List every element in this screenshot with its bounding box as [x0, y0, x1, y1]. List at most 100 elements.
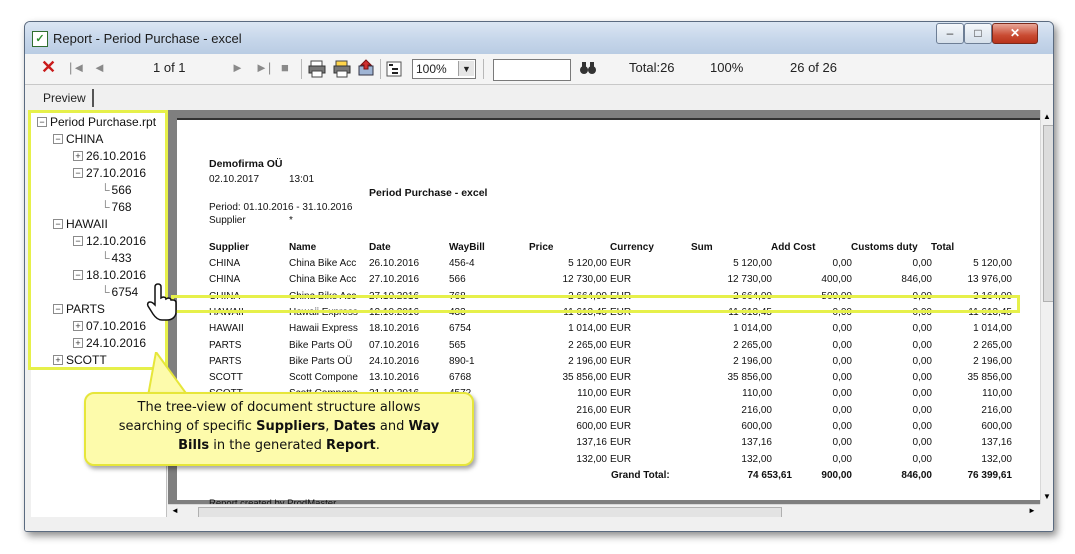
title-bar[interactable]: ✓ Report - Period Purchase - excel – □ ✕ [25, 22, 1053, 54]
stop-icon[interactable]: ■ [281, 60, 289, 75]
tree-node[interactable]: +26.10.2016 [73, 149, 146, 163]
collapse-icon[interactable]: − [53, 134, 63, 144]
prev-page-icon[interactable]: ◄ [93, 60, 106, 75]
toolbar: ✕ |◄ ◄ 1 of 1 ► ►| ■ 100% ▼ Total:26 100… [25, 54, 1053, 85]
table-cell: Bike Parts OÜ [289, 339, 353, 351]
horizontal-scrollbar[interactable]: ◄ ► [168, 504, 1040, 518]
next-page-icon[interactable]: ► [231, 60, 244, 75]
binoculars-search-icon[interactable] [579, 60, 597, 76]
collapse-icon[interactable]: − [73, 236, 83, 246]
table-cell: 26.10.2016 [369, 258, 420, 269]
scroll-right-icon[interactable]: ► [1028, 506, 1036, 515]
table-cell: EUR [610, 339, 632, 351]
tree-root[interactable]: − Period Purchase.rpt [37, 115, 156, 129]
tree-node[interactable]: −18.10.2016 [73, 268, 146, 282]
tree-node-label: CHINA [66, 132, 104, 146]
table-cell: 137,16 [981, 437, 1012, 449]
table-cell: EUR [610, 421, 632, 432]
tree-node-label: 26.10.2016 [86, 149, 147, 163]
table-cell: 0,00 [912, 453, 932, 465]
table-cell: 0,00 [832, 372, 852, 384]
callout-text: in the generated [209, 438, 327, 453]
tree-node[interactable]: └ 6754 [101, 285, 138, 299]
chevron-down-icon[interactable]: ▼ [458, 61, 474, 76]
tree-node-label: SCOTT [66, 353, 107, 367]
table-cell: CHINA [209, 258, 241, 269]
callout-line: Bills in the generated Report. [86, 436, 472, 455]
table-cell: 0,00 [832, 306, 852, 318]
tree-node[interactable]: └ 566 [101, 183, 132, 197]
tree-node[interactable]: − CHINA [53, 132, 103, 146]
search-input[interactable] [493, 59, 571, 81]
collapse-icon[interactable]: − [53, 219, 63, 229]
table-cell: 110,00 [742, 388, 772, 400]
tree-node[interactable]: +07.10.2016 [73, 319, 146, 333]
tree-node[interactable]: + SCOTT [53, 353, 107, 367]
scroll-left-icon[interactable]: ◄ [171, 506, 179, 515]
close-report-icon[interactable]: ✕ [41, 57, 56, 78]
table-cell: China Bike Acc [289, 258, 357, 269]
callout-bold-text: Way [408, 419, 440, 434]
table-cell: 768 [449, 290, 466, 302]
table-cell: 890-1 [449, 355, 475, 367]
tree-node[interactable]: └ 768 [101, 200, 132, 214]
scroll-thumb[interactable] [1043, 125, 1053, 302]
callout-bold-text: Bills [178, 438, 210, 453]
print-setup-icon[interactable] [333, 60, 351, 78]
column-header: Sum [691, 242, 713, 253]
group-tree-icon[interactable] [386, 61, 402, 77]
expand-icon[interactable]: + [73, 338, 83, 348]
table-cell: CHINA [209, 274, 241, 286]
minimize-button[interactable]: – [936, 23, 964, 44]
last-page-icon[interactable]: ►| [255, 60, 271, 75]
column-header: Supplier [209, 242, 250, 253]
table-cell: 18.10.2016 [369, 323, 420, 335]
window-title: Report - Period Purchase - excel [53, 31, 242, 46]
close-button[interactable]: ✕ [992, 23, 1038, 44]
export-icon[interactable] [357, 59, 375, 77]
tree-node[interactable]: −12.10.2016 [73, 234, 146, 248]
table-row: CHINA China Bike Acc 27.10.2016 768 2 664,00… [177, 291, 1040, 305]
collapse-icon[interactable]: − [53, 304, 63, 314]
table-cell: 0,00 [832, 437, 852, 449]
table-cell: EUR [610, 306, 632, 318]
scroll-up-icon[interactable]: ▲ [1043, 112, 1051, 121]
table-cell: EUR [610, 372, 632, 384]
table-cell: 0,00 [912, 355, 932, 367]
collapse-icon[interactable]: − [73, 270, 83, 280]
table-row: HAWAII Hawaii Express 18.10.2016 6754 1 014,… [177, 323, 1040, 337]
tree-node[interactable]: +24.10.2016 [73, 336, 146, 350]
table-cell: 1 014,00 [733, 323, 772, 335]
expand-icon[interactable]: + [53, 355, 63, 365]
table-cell: EUR [610, 274, 632, 286]
company-name: Demofirma OÜ [209, 158, 283, 170]
tree-node[interactable]: − HAWAII [53, 217, 108, 231]
grand-total-label: Grand Total: [611, 470, 670, 481]
maximize-button[interactable]: □ [964, 23, 992, 44]
collapse-icon[interactable]: − [73, 168, 83, 178]
tab-preview[interactable]: Preview [37, 89, 94, 107]
expand-icon[interactable]: + [73, 151, 83, 161]
print-icon[interactable] [308, 60, 326, 78]
report-time: 13:01 [289, 174, 315, 185]
toolbar-separator [301, 59, 302, 79]
report-date: 02.10.2017 [209, 174, 260, 185]
table-cell: 27.10.2016 [369, 274, 420, 286]
zoom-select[interactable]: 100% ▼ [412, 59, 476, 79]
table-cell: 11 613,45 [563, 306, 607, 318]
tree-node[interactable]: − PARTS [53, 302, 105, 316]
table-cell: 13.10.2016 [369, 372, 420, 384]
table-cell: EUR [610, 453, 632, 465]
collapse-icon[interactable]: − [37, 117, 47, 127]
scroll-down-icon[interactable]: ▼ [1043, 492, 1051, 501]
first-page-icon[interactable]: |◄ [69, 60, 85, 75]
table-cell: 500,00 [821, 290, 852, 302]
tree-node[interactable]: −27.10.2016 [73, 166, 146, 180]
table-cell: 0,00 [832, 421, 852, 432]
table-cell: 566 [449, 274, 466, 286]
vertical-scrollbar[interactable]: ▲ ▼ [1040, 110, 1053, 504]
expand-icon[interactable]: + [73, 321, 83, 331]
tree-node-label: 12.10.2016 [86, 234, 147, 248]
tree-node[interactable]: └ 433 [101, 251, 132, 265]
table-row: CHINA China Bike Acc 27.10.2016 566 12 730,0… [177, 274, 1040, 288]
